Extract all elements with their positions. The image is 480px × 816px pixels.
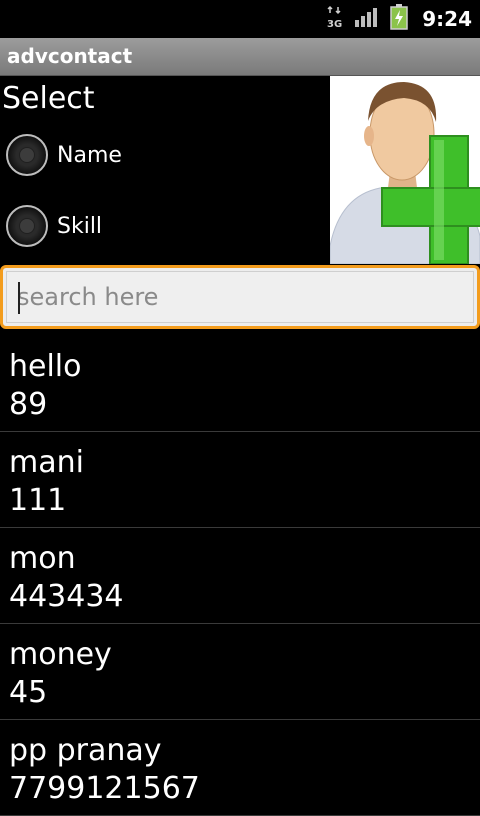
contact-name: mon — [9, 541, 76, 576]
radio-option-name[interactable]: Name — [6, 134, 122, 176]
contact-name: money — [9, 637, 112, 672]
list-item[interactable]: mon 443434 — [0, 528, 480, 624]
app-title-bar: advcontact — [0, 38, 480, 76]
contact-list: hello 89 mani 111 mon 443434 money 45 pp… — [0, 336, 480, 816]
radio-label-name: Name — [57, 142, 122, 168]
list-item[interactable]: hello 89 — [0, 336, 480, 432]
contact-name: hello — [9, 349, 82, 384]
battery-charging-icon — [390, 4, 408, 34]
radio-button-name[interactable] — [6, 134, 48, 176]
list-item[interactable]: mani 111 — [0, 432, 480, 528]
contact-name: mani — [9, 445, 84, 480]
signal-strength-icon — [354, 6, 380, 32]
contact-number: 7799121567 — [9, 771, 200, 806]
status-icons: 3G 9:24 — [326, 0, 472, 38]
app-title: advcontact — [7, 44, 133, 68]
radio-indicator — [19, 218, 35, 234]
add-contact-image[interactable] — [329, 76, 480, 265]
text-cursor — [18, 282, 20, 314]
status-bar: 3G 9:24 — [0, 0, 480, 38]
radio-option-skill[interactable]: Skill — [6, 205, 102, 247]
contact-number: 111 — [9, 483, 67, 518]
contact-number: 89 — [9, 387, 48, 422]
radio-button-skill[interactable] — [6, 205, 48, 247]
status-time: 9:24 — [422, 7, 472, 31]
select-label: Select — [2, 81, 95, 116]
search-input[interactable] — [6, 271, 474, 323]
list-item[interactable]: pp pranay 7799121567 — [0, 720, 480, 816]
radio-label-skill: Skill — [57, 213, 103, 239]
search-field-container — [0, 265, 480, 329]
contact-name: pp pranay — [9, 733, 162, 768]
contact-number: 443434 — [9, 579, 124, 614]
contact-number: 45 — [9, 675, 48, 710]
svg-text:3G: 3G — [327, 19, 342, 29]
radio-indicator — [19, 147, 35, 163]
list-item[interactable]: money 45 — [0, 624, 480, 720]
network-3g-icon: 3G — [326, 5, 344, 33]
